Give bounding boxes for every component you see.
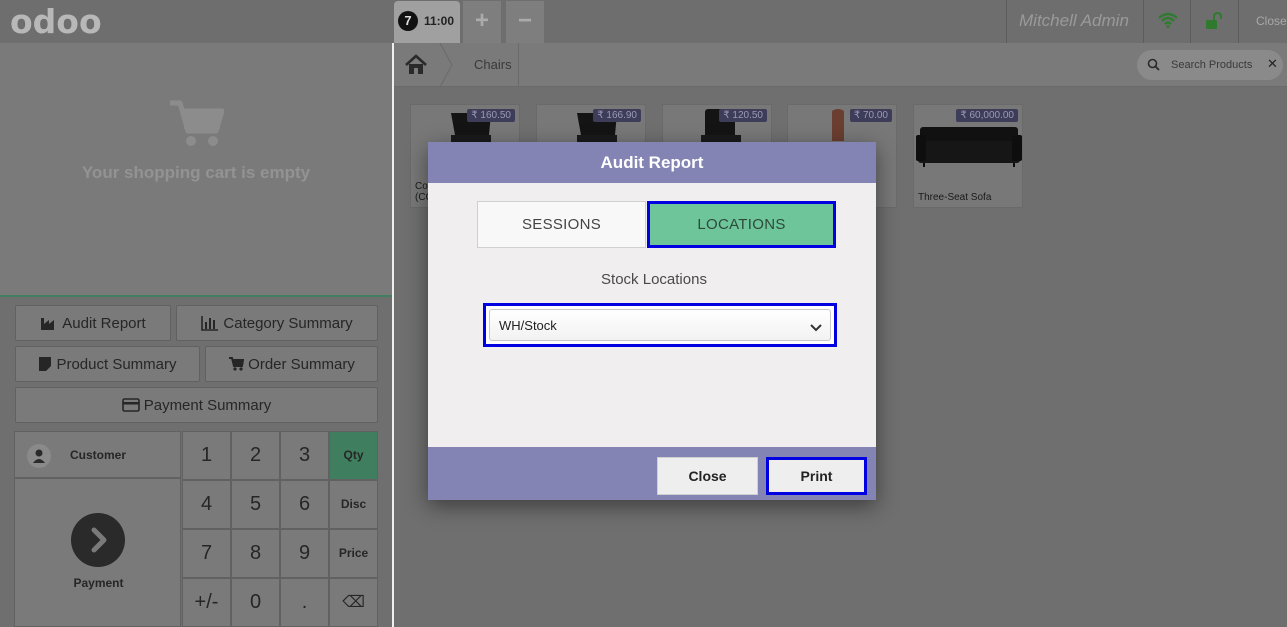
numpad-key-6[interactable]: 6 bbox=[280, 480, 329, 529]
audit-report-label: Audit Report bbox=[62, 314, 146, 332]
numpad-key-0[interactable]: 0 bbox=[231, 578, 280, 627]
mode-qty-button[interactable]: Qty bbox=[329, 431, 378, 480]
breadcrumb-separator bbox=[439, 42, 453, 92]
payment-summary-button[interactable]: Payment Summary bbox=[15, 387, 378, 423]
top-bar: odoo 7 11:00 + − Mitchell Admin Close bbox=[0, 0, 1287, 43]
product-price: ₹ 166.90 bbox=[593, 109, 641, 122]
product-price: ₹ 60,000.00 bbox=[956, 109, 1018, 122]
order-summary-label: Order Summary bbox=[248, 355, 355, 373]
divider bbox=[0, 295, 392, 297]
stock-location-select[interactable]: WH/Stock bbox=[489, 309, 831, 341]
home-icon[interactable] bbox=[394, 43, 439, 87]
backspace-icon[interactable]: ⌫ bbox=[329, 578, 378, 627]
empty-cart-message: Your shopping cart is empty bbox=[81, 163, 311, 182]
shopping-cart-icon bbox=[168, 99, 225, 154]
audit-report-dialog: Audit Report SESSIONS LOCATIONS Stock Lo… bbox=[428, 142, 876, 500]
numpad-key-3[interactable]: 3 bbox=[280, 431, 329, 480]
left-pane: Your shopping cart is empty Audit Report… bbox=[0, 43, 392, 627]
product-summary-label: Product Summary bbox=[56, 355, 177, 373]
product-summary-button[interactable]: Product Summary bbox=[15, 346, 200, 382]
product-card[interactable]: ₹ 60,000.00 Three-Seat Sofa bbox=[913, 104, 1023, 208]
cart-icon bbox=[229, 357, 245, 371]
numpad-key-7[interactable]: 7 bbox=[182, 529, 231, 578]
dialog-footer: Close Print bbox=[428, 447, 876, 500]
stock-location-select-highlight: WH/Stock bbox=[483, 303, 837, 347]
order-summary-button[interactable]: Order Summary bbox=[205, 346, 378, 382]
mode-price-button[interactable]: Price bbox=[329, 529, 378, 578]
stock-locations-label: Stock Locations bbox=[601, 271, 707, 288]
customer-label: Customer bbox=[70, 448, 127, 462]
divider bbox=[1143, 0, 1144, 43]
numpad-key-5[interactable]: 5 bbox=[231, 480, 280, 529]
numpad-key-2[interactable]: 2 bbox=[231, 431, 280, 480]
delete-order-button[interactable]: − bbox=[506, 1, 544, 43]
category-summary-label: Category Summary bbox=[223, 314, 353, 332]
divider bbox=[1190, 0, 1191, 43]
chevron-down-icon bbox=[810, 320, 822, 338]
numpad-key-9[interactable]: 9 bbox=[280, 529, 329, 578]
order-cart: Your shopping cart is empty bbox=[0, 43, 392, 296]
numpad-dot-button[interactable]: . bbox=[280, 578, 329, 627]
search-input[interactable]: Search Products bbox=[1171, 59, 1252, 71]
product-price: ₹ 120.50 bbox=[719, 109, 767, 122]
clear-search-icon[interactable]: ✕ bbox=[1267, 56, 1278, 72]
numpad-key-1[interactable]: 1 bbox=[182, 431, 231, 480]
dialog-title: Audit Report bbox=[428, 142, 876, 183]
payment-button[interactable]: Payment bbox=[14, 478, 181, 627]
username[interactable]: Mitchell Admin bbox=[1019, 11, 1129, 31]
breadcrumb-category[interactable]: Chairs bbox=[474, 57, 512, 72]
user-avatar-icon bbox=[27, 444, 51, 468]
audit-report-button[interactable]: Audit Report bbox=[15, 305, 171, 341]
category-summary-button[interactable]: Category Summary bbox=[176, 305, 378, 341]
selected-location: WH/Stock bbox=[499, 318, 557, 333]
print-button[interactable]: Print bbox=[766, 457, 867, 495]
order-tab[interactable]: 7 11:00 bbox=[394, 1, 460, 43]
tab-locations[interactable]: LOCATIONS bbox=[647, 201, 836, 248]
odoo-logo: odoo bbox=[10, 2, 102, 41]
close-pos-button[interactable]: Close bbox=[1256, 14, 1287, 28]
search-icon bbox=[1147, 58, 1160, 76]
industry-icon bbox=[41, 318, 55, 330]
numpad-key-4[interactable]: 4 bbox=[182, 480, 231, 529]
numpad-key-8[interactable]: 8 bbox=[231, 529, 280, 578]
divider bbox=[1238, 0, 1239, 43]
numpad-area: Customer Payment 1 2 3 Qty 4 5 6 Disc 7 … bbox=[14, 431, 378, 627]
close-button[interactable]: Close bbox=[657, 457, 758, 495]
payment-summary-label: Payment Summary bbox=[143, 396, 272, 414]
sticky-note-icon bbox=[39, 357, 52, 371]
tab-sessions[interactable]: SESSIONS bbox=[477, 201, 646, 248]
credit-card-icon bbox=[121, 398, 140, 412]
product-price: ₹ 70.00 bbox=[849, 109, 892, 122]
customer-button[interactable]: Customer bbox=[14, 431, 181, 478]
breadcrumb: Chairs Search Products ✕ bbox=[394, 42, 1287, 88]
order-time: 11:00 bbox=[424, 14, 455, 28]
payment-label: Payment bbox=[73, 576, 124, 590]
mode-disc-button[interactable]: Disc bbox=[329, 480, 378, 529]
chevron-right-icon bbox=[71, 513, 125, 567]
product-price: ₹ 160.50 bbox=[467, 109, 515, 122]
wifi-icon[interactable] bbox=[1158, 12, 1178, 33]
divider bbox=[518, 43, 519, 87]
search-products-field[interactable]: Search Products ✕ bbox=[1137, 50, 1283, 80]
bar-chart-icon bbox=[201, 316, 219, 331]
order-number-badge: 7 bbox=[398, 11, 418, 31]
divider bbox=[1006, 0, 1007, 43]
numpad-sign-button[interactable]: +/- bbox=[182, 578, 231, 627]
product-name: Three-Seat Sofa bbox=[918, 192, 992, 203]
unlock-icon[interactable] bbox=[1204, 11, 1222, 35]
add-order-button[interactable]: + bbox=[463, 1, 501, 43]
